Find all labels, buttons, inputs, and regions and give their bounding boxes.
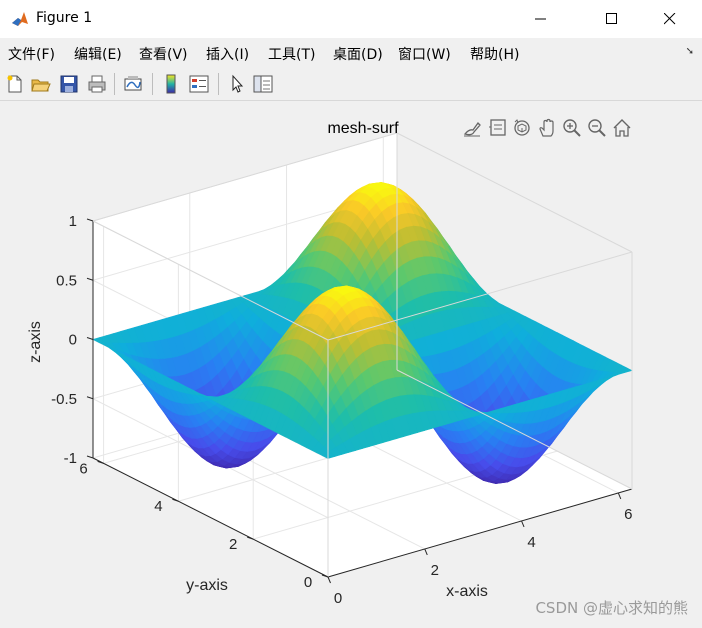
matlab-logo-icon — [10, 9, 30, 29]
insert-colorbar-icon[interactable] — [160, 73, 182, 95]
x-tick-label: 6 — [624, 506, 632, 523]
z-tick — [86, 455, 94, 459]
menu-insert[interactable]: 插入(I) — [206, 44, 249, 64]
close-icon — [664, 13, 676, 25]
surface-plot[interactable]: 02460246-1-0.500.51 mesh-surf x-axis y-a… — [0, 101, 702, 628]
menu-tools[interactable]: 工具(T) — [268, 44, 315, 64]
property-inspector-icon[interactable] — [252, 73, 274, 95]
open-file-icon[interactable] — [30, 73, 52, 95]
home-icon[interactable] — [611, 117, 633, 139]
link-plot-icon[interactable] — [122, 73, 144, 95]
toolbar-separator — [152, 73, 153, 95]
z-tick — [86, 337, 94, 340]
z-tick-label: 0 — [69, 332, 77, 349]
brush-icon[interactable] — [461, 117, 483, 139]
menu-desktop[interactable]: 桌面(D) — [333, 44, 383, 64]
menu-view[interactable]: 查看(V) — [139, 44, 188, 64]
pointer-icon[interactable] — [226, 73, 248, 95]
z-tick-label: -1 — [64, 450, 77, 467]
menu-bar: 文件(F) 编辑(E) 查看(V) 插入(I) 工具(T) 桌面(D) 窗口(W… — [0, 38, 702, 66]
z-tick-label: 0.5 — [56, 272, 77, 289]
rotate-3d-icon[interactable] — [511, 117, 533, 139]
maximize-button[interactable] — [589, 0, 635, 38]
save-icon[interactable] — [58, 73, 80, 95]
toolbar-separator — [114, 73, 115, 95]
minimize-button[interactable] — [518, 0, 564, 38]
print-icon[interactable] — [86, 73, 108, 95]
x-tick-label: 2 — [431, 562, 439, 579]
toolbar-separator — [218, 73, 219, 95]
pan-icon[interactable] — [536, 117, 558, 139]
chart-title: mesh-surf — [327, 120, 399, 137]
x-tick — [327, 576, 331, 584]
y-axis-label: y-axis — [186, 577, 228, 594]
insert-legend-icon[interactable] — [188, 73, 210, 95]
zoom-out-icon[interactable] — [586, 117, 608, 139]
x-axis-label: x-axis — [446, 583, 488, 600]
maximize-icon — [606, 13, 617, 24]
x-tick — [424, 548, 428, 556]
zoom-in-icon[interactable] — [561, 117, 583, 139]
watermark: CSDN @虚心求知的熊 — [535, 599, 688, 617]
y-tick-label: 2 — [229, 536, 237, 553]
data-tip-icon[interactable] — [487, 117, 509, 139]
y-tick-label: 6 — [79, 460, 87, 477]
window-title: Figure 1 — [36, 10, 93, 26]
menu-help[interactable]: 帮助(H) — [470, 44, 519, 64]
x-tick — [617, 492, 622, 500]
figure-toolbar — [0, 68, 702, 101]
z-axis-label: z-axis — [27, 321, 44, 363]
title-bar: Figure 1 — [0, 0, 702, 38]
x-tick — [521, 520, 525, 528]
close-button[interactable] — [647, 0, 693, 38]
menu-edit[interactable]: 编辑(E) — [74, 44, 122, 64]
z-tick-label: -0.5 — [51, 391, 77, 408]
menu-window[interactable]: 窗口(W) — [398, 44, 451, 64]
x-tick-label: 0 — [334, 590, 342, 607]
x-tick-label: 4 — [527, 534, 535, 551]
z-tick — [86, 277, 94, 281]
menu-file[interactable]: 文件(F) — [8, 44, 55, 64]
minimize-icon — [535, 18, 546, 20]
y-tick-label: 0 — [304, 574, 312, 591]
z-tick — [86, 218, 94, 222]
dock-arrow-icon[interactable]: ➘ — [686, 46, 694, 57]
y-tick-label: 4 — [154, 498, 162, 515]
z-tick-label: 1 — [69, 213, 77, 230]
new-figure-icon[interactable] — [4, 73, 26, 95]
z-tick — [86, 396, 94, 400]
